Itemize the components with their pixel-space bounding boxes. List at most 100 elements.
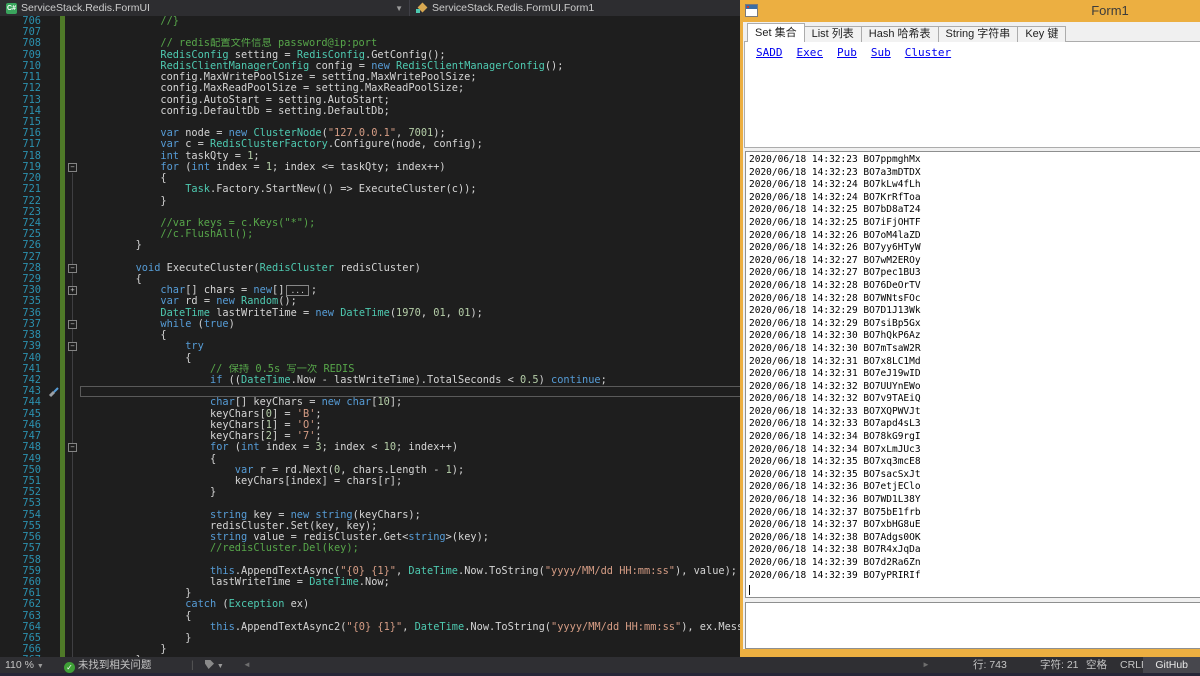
log-textbox[interactable]: 2020/06/18 14:32:23 BO7ppmghMx2020/06/18… (745, 151, 1200, 598)
fold-expand-icon[interactable]: + (68, 286, 77, 295)
glyph-margin (46, 364, 60, 375)
log-entry: 2020/06/18 14:32:35 BO7sacSxJt (749, 469, 1200, 482)
glyph-margin (46, 117, 60, 128)
glyph-margin (46, 184, 60, 195)
scrollbar-left-arrow[interactable]: ◄ (243, 657, 251, 673)
glyph-margin (46, 72, 60, 83)
glyph-margin (46, 353, 60, 364)
fold-margin (65, 95, 80, 106)
glyph-margin (46, 386, 60, 397)
tag-filter-button[interactable]: ▼ (205, 657, 224, 673)
status-char-number[interactable]: 字符: 21 (1040, 657, 1079, 673)
glyph-margin (46, 532, 60, 543)
tab-1[interactable]: List 列表 (804, 26, 862, 42)
log-entry: 2020/06/18 14:32:33 BO7apd4sL3 (749, 418, 1200, 431)
log-entry: 2020/06/18 14:32:27 BO7pec1BU3 (749, 267, 1200, 280)
link-sub[interactable]: Sub (871, 46, 891, 59)
type-dropdown[interactable]: ServiceStack.Redis.FormUI.Form1 (410, 0, 600, 16)
status-spaces[interactable]: 空格 (1086, 657, 1107, 673)
link-exec[interactable]: Exec (797, 46, 824, 59)
fold-collapse-icon[interactable]: − (68, 342, 77, 351)
document-health-indicator[interactable]: ✓ 未找到相关问题 (64, 657, 151, 673)
glyph-margin (46, 50, 60, 61)
glyph-margin (46, 61, 60, 72)
fold-margin (65, 633, 80, 644)
fold-margin (65, 308, 80, 319)
fold-margin (65, 83, 80, 94)
fold-collapse-icon[interactable]: − (68, 443, 77, 452)
fold-margin (65, 117, 80, 128)
fold-margin (65, 555, 80, 566)
glyph-margin (46, 397, 60, 408)
line-number: 762 (0, 599, 46, 610)
fold-margin (65, 644, 80, 655)
glyph-margin (46, 555, 60, 566)
fold-margin: − (65, 341, 80, 352)
fold-margin: − (65, 442, 80, 453)
glyph-margin (46, 240, 60, 251)
link-pub[interactable]: Pub (837, 46, 857, 59)
collapsed-region-box[interactable]: ... (286, 285, 308, 296)
log-entry: 2020/06/18 14:32:39 BO7d2Ra6Zn (749, 557, 1200, 570)
link-cluster[interactable]: Cluster (905, 46, 951, 59)
fold-margin (65, 106, 80, 117)
link-label-row: SADD Exec Pub Sub Cluster (756, 46, 951, 59)
glyph-margin (46, 274, 60, 285)
log-entry: 2020/06/18 14:32:27 BO7wM2EROy (749, 255, 1200, 268)
fold-margin (65, 151, 80, 162)
line-number: 744 (0, 397, 46, 408)
log-entry: 2020/06/18 14:32:29 BO7D1J13Wk (749, 305, 1200, 318)
fold-margin (65, 252, 80, 263)
log-entry: 2020/06/18 14:32:35 BO7xq3mcE8 (749, 456, 1200, 469)
tab-4[interactable]: Key 键 (1017, 26, 1066, 42)
fold-margin (65, 274, 80, 285)
github-status-button[interactable]: GitHub (1143, 657, 1200, 673)
log-entry: 2020/06/18 14:32:39 BO7yPRIRIf (749, 570, 1200, 583)
project-dropdown[interactable]: C# ServiceStack.Redis.FormUI ▼ (0, 0, 410, 16)
fold-margin (65, 196, 80, 207)
fold-margin: + (65, 285, 80, 296)
line-number: 708 (0, 38, 46, 49)
glyph-margin (46, 521, 60, 532)
tab-2[interactable]: Hash 哈希表 (861, 26, 939, 42)
glyph-margin (46, 633, 60, 644)
line-number: 748 (0, 442, 46, 453)
glyph-margin (46, 38, 60, 49)
chevron-down-icon: ▼ (217, 663, 224, 670)
fold-margin (65, 240, 80, 251)
glyph-margin (46, 588, 60, 599)
status-line-number[interactable]: 行: 743 (973, 657, 1007, 673)
fold-margin (65, 173, 80, 184)
fold-margin (65, 566, 80, 577)
fold-margin (65, 498, 80, 509)
glyph-margin (46, 599, 60, 610)
zoom-level-select[interactable]: 110 % ▼ (5, 657, 44, 673)
fold-margin (65, 128, 80, 139)
link-sadd[interactable]: SADD (756, 46, 783, 59)
fold-collapse-icon[interactable]: − (68, 163, 77, 172)
fold-margin (65, 476, 80, 487)
tab-0[interactable]: Set 集合 (747, 23, 805, 42)
fold-margin (65, 50, 80, 61)
line-number: 721 (0, 184, 46, 195)
glyph-margin (46, 106, 60, 117)
form1-titlebar[interactable]: Form1 (740, 0, 1200, 22)
glyph-margin (46, 207, 60, 218)
line-number: 712 (0, 83, 46, 94)
glyph-margin (46, 611, 60, 622)
fold-margin (65, 139, 80, 150)
line-number: 753 (0, 498, 46, 509)
log-entry: 2020/06/18 14:32:36 BO7WD1L38Y (749, 494, 1200, 507)
scrollbar-right-arrow[interactable]: ► (922, 657, 930, 673)
log-entry: 2020/06/18 14:32:31 BO7x8LC1Md (749, 356, 1200, 369)
log-entry: 2020/06/18 14:32:28 BO76DeOrTV (749, 280, 1200, 293)
tab-3[interactable]: String 字符串 (938, 26, 1019, 42)
log-entry: 2020/06/18 14:32:37 BO75bE1frb (749, 507, 1200, 520)
fold-collapse-icon[interactable]: − (68, 320, 77, 329)
log-entry: 2020/06/18 14:32:36 BO7etjEClo (749, 481, 1200, 494)
window-title: Form1 (740, 3, 1200, 18)
fold-margin (65, 364, 80, 375)
log-entry: 2020/06/18 14:32:37 BO7xbHG8uE (749, 519, 1200, 532)
error-textbox[interactable] (745, 602, 1200, 649)
fold-collapse-icon[interactable]: − (68, 264, 77, 273)
